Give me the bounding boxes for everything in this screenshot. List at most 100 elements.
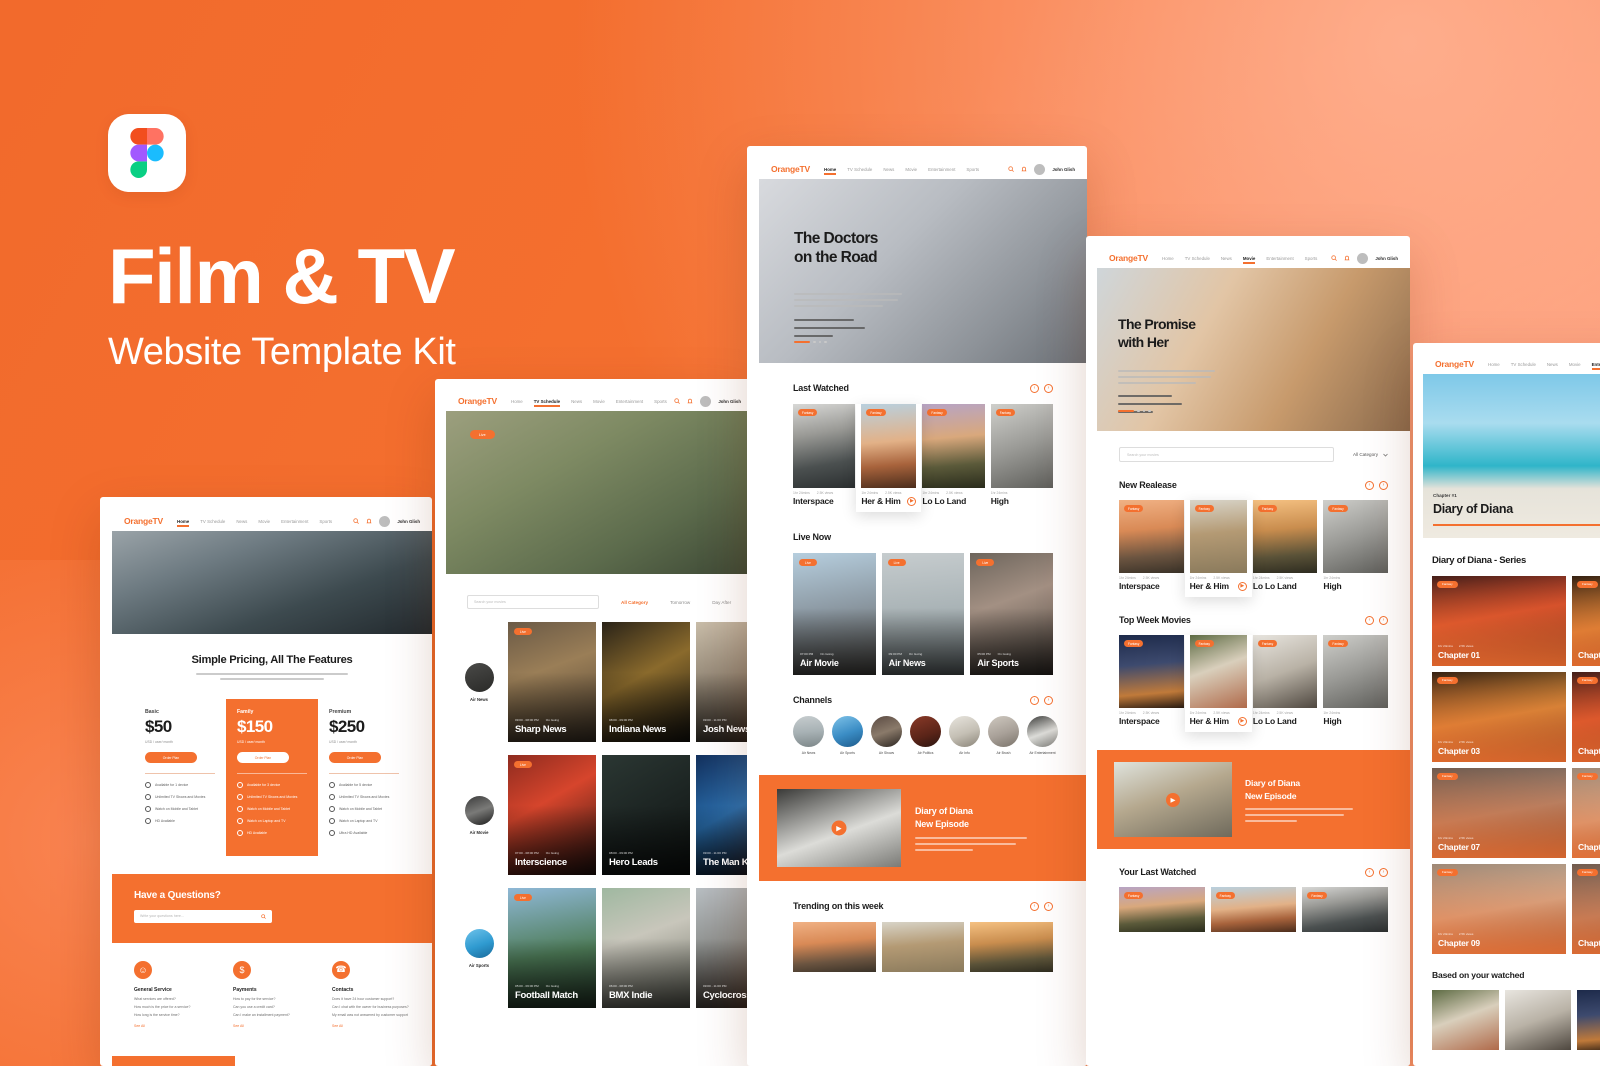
nav-links[interactable]: Home TV Schedule News Movie Entertainmen…	[177, 519, 353, 527]
nav-link-sports[interactable]: Sports	[966, 167, 979, 172]
channel-item[interactable]: Air Info	[949, 716, 980, 755]
schedule-tile[interactable]: Live 07:00 - 08:00 PM On Going Interscienc…	[508, 755, 596, 875]
nav-link-movie[interactable]: Movie	[905, 167, 917, 172]
movie-card[interactable]: Fantasy	[1119, 887, 1205, 932]
help-column-payments[interactable]: $ Payments How to pay for the service? C…	[233, 960, 311, 1028]
channel-item[interactable]: Air Sports	[832, 716, 863, 755]
bell-icon[interactable]	[366, 518, 372, 524]
nav-link-home[interactable]: Home	[177, 519, 190, 527]
site-nav[interactable]: OrangeTV Home TV Schedule News Movie Ent…	[1097, 248, 1410, 268]
schedule-tile[interactable]: 09:00 - 11:00 PM The Man King	[696, 755, 753, 875]
chevron-left-icon[interactable]: ‹	[1365, 867, 1374, 877]
nav-links[interactable]: Home TV Schedule News Movie Entertainmen…	[1488, 362, 1600, 370]
chapter-card[interactable]: Fantasy Chapter 04	[1572, 672, 1600, 762]
mockup-movie-page[interactable]: OrangeTV Home TV Schedule News Movie Ent…	[1086, 236, 1410, 1066]
nav-link-news[interactable]: News	[1221, 256, 1232, 261]
live-tile[interactable]: Live 07:00 PM On Going Air Movie	[793, 553, 876, 675]
nav-link-sports[interactable]: Sports	[1305, 256, 1318, 261]
schedule-tile[interactable]: 06:00 - 08:00 PM BMX Indie	[602, 888, 690, 1008]
help-column-contacts[interactable]: ☎ Contacts Does it have 24 hour customer…	[332, 960, 410, 1028]
order-plan-button[interactable]: Order Plan	[329, 752, 381, 763]
plan-card-basic[interactable]: Basic $50 USD / user/ month Order Plan A…	[134, 699, 226, 856]
filter-day-after[interactable]: Day After	[712, 600, 731, 605]
nav-link-movie[interactable]: Movie	[1569, 362, 1581, 367]
movie-card[interactable]: Fantasy 1hr 24mins High	[990, 404, 1053, 512]
movie-card[interactable]: Fantasy 1hr 24mins 2.5K views Interspace	[793, 404, 856, 512]
play-icon[interactable]: ▶	[1237, 716, 1247, 726]
live-tile[interactable]: Live 09:00 PM On Going Air News	[881, 553, 965, 675]
nav-brand[interactable]: OrangeTV	[458, 396, 497, 406]
schedule-tile[interactable]: 09:00 - 11:00 PM Josh News	[696, 622, 753, 742]
chapter-card[interactable]: Fantasy 1hr 24mins 2.5K views Chapter 01	[1432, 576, 1566, 666]
nav-link-news[interactable]: News	[883, 167, 894, 172]
nav-brand[interactable]: OrangeTV	[1435, 359, 1474, 369]
nav-link-entertainment[interactable]: Entertainment	[1266, 256, 1293, 261]
chevron-right-icon[interactable]: ›	[1044, 901, 1053, 911]
nav-brand[interactable]: OrangeTV	[771, 164, 810, 174]
search-icon[interactable]	[674, 398, 681, 404]
channel-air-sports[interactable]: Air Sports	[460, 928, 498, 968]
nav-links[interactable]: Home TV Schedule News Movie Entertainmen…	[1162, 256, 1331, 264]
promo-banner[interactable]: ▶ Diary of Diana New Episode	[759, 775, 1087, 881]
nav-links[interactable]: Home TV Schedule News Movie Entertainmen…	[511, 399, 674, 407]
chapter-card[interactable]: Fantasy 1hr 24mins 2.5K views Chapter 03	[1432, 672, 1566, 762]
channel-item[interactable]: Air Brush	[988, 716, 1019, 755]
nav-links[interactable]: Home TV Schedule News Movie Entertainmen…	[824, 167, 1008, 175]
see-all-link[interactable]: See All	[233, 1024, 311, 1028]
schedule-tile[interactable]: Live 05:00 - 06:00 PM On Going Football Ma…	[508, 888, 596, 1008]
schedule-tile[interactable]: Live 09:00 - 08:00 PM On Going Sharp News	[508, 622, 596, 742]
mockup-home-page[interactable]: OrangeTV Home TV Schedule News Movie Ent…	[747, 146, 1087, 1066]
movie-card[interactable]: Fantasy 1hr 24mins High	[1323, 500, 1388, 597]
chevron-left-icon[interactable]: ‹	[1030, 695, 1039, 705]
avatar[interactable]	[700, 395, 712, 407]
nav-link-tv-schedule[interactable]: TV Schedule	[847, 167, 872, 172]
nav-link-tv-schedule[interactable]: TV Schedule	[200, 519, 225, 524]
chapter-card[interactable]: Fantasy Chapter 10	[1572, 864, 1600, 954]
nav-link-home[interactable]: Home	[511, 399, 523, 404]
nav-link-movie[interactable]: Movie	[258, 519, 270, 524]
nav-link-home[interactable]: Home	[1488, 362, 1500, 367]
nav-link-sports[interactable]: Sports	[654, 399, 667, 404]
site-nav[interactable]: OrangeTV Home TV Schedule News Movie Ent…	[759, 159, 1087, 179]
nav-link-tv-schedule[interactable]: TV Schedule	[1511, 362, 1536, 367]
help-column-general-service[interactable]: ☺ General Service What services are offe…	[134, 960, 212, 1028]
nav-link-home[interactable]: Home	[1162, 256, 1174, 261]
nav-link-movie[interactable]: Movie	[1242, 256, 1256, 264]
filter-tomorrow[interactable]: Tomorrow	[670, 600, 690, 605]
movie-card-selected[interactable]: Fantasy 1hr 24mins 2.5K views Her & Him ▶	[1184, 500, 1252, 597]
based-card[interactable]	[1432, 990, 1499, 1050]
movie-search-input[interactable]: Search your movies	[1119, 447, 1334, 462]
nav-brand[interactable]: OrangeTV	[1109, 253, 1148, 263]
nav-link-entertainment[interactable]: Entertainment	[616, 399, 643, 404]
bell-icon[interactable]	[1021, 166, 1027, 172]
chapter-card[interactable]: Fantasy 1hr 24mins 2.5K views Chapter 09	[1432, 864, 1566, 954]
chevron-left-icon[interactable]: ‹	[1030, 901, 1039, 911]
movie-card[interactable]: Fantasy	[1210, 887, 1297, 932]
schedule-filters[interactable]: Search your movies All Category Tomorrow…	[446, 574, 753, 609]
play-icon[interactable]: ▶	[831, 820, 847, 836]
nav-link-entertainment[interactable]: Entertainment	[281, 519, 308, 524]
see-all-link[interactable]: See All	[134, 1024, 212, 1028]
movie-card-selected[interactable]: Fantasy 1hr 24mins 2.5K views Her & Him ▶	[1184, 635, 1252, 732]
movie-card[interactable]: Fantasy 1hr 24mins High	[1323, 635, 1388, 732]
nav-link-sports[interactable]: Sports	[319, 519, 332, 524]
nav-link-home[interactable]: Home	[824, 167, 837, 175]
category-select[interactable]: All Category	[1353, 452, 1388, 457]
channel-air-news[interactable]: Air News	[460, 662, 498, 702]
mockup-pricing-page[interactable]: OrangeTV Home TV Schedule News Movie Ent…	[100, 497, 432, 1066]
based-card[interactable]	[1504, 990, 1572, 1050]
movie-card[interactable]: Fantasy 1hr 24mins 2.5K views Lo Lo Land	[1252, 635, 1318, 732]
play-icon[interactable]: ▶	[907, 496, 917, 506]
promo-banner[interactable]: ▶ Diary of Diana New Episode	[1097, 750, 1410, 849]
chapter-card[interactable]: Fantasy Chapter 02	[1572, 576, 1600, 666]
movie-card[interactable]: Fantasy 1hr 24mins 2.5K views Interspace	[1119, 500, 1184, 597]
filter-all-category[interactable]: All Category	[621, 600, 648, 605]
movie-card[interactable]: Fantasy 1hr 24mins 2.5K views Lo Lo Land	[1252, 500, 1318, 597]
play-icon[interactable]: ▶	[1166, 792, 1180, 807]
avatar[interactable]	[1034, 163, 1046, 175]
schedule-tile[interactable]: 09:00 - 11:00 PM Cyclocross	[696, 888, 753, 1008]
nav-link-tv-schedule[interactable]: TV Schedule	[533, 399, 561, 407]
movie-card[interactable]: Fantasy 1hr 24mins 2.5K views Lo Lo Land	[922, 404, 985, 512]
chapter-card[interactable]: Fantasy Chapter 08	[1572, 768, 1600, 858]
search-icon[interactable]	[261, 914, 266, 919]
